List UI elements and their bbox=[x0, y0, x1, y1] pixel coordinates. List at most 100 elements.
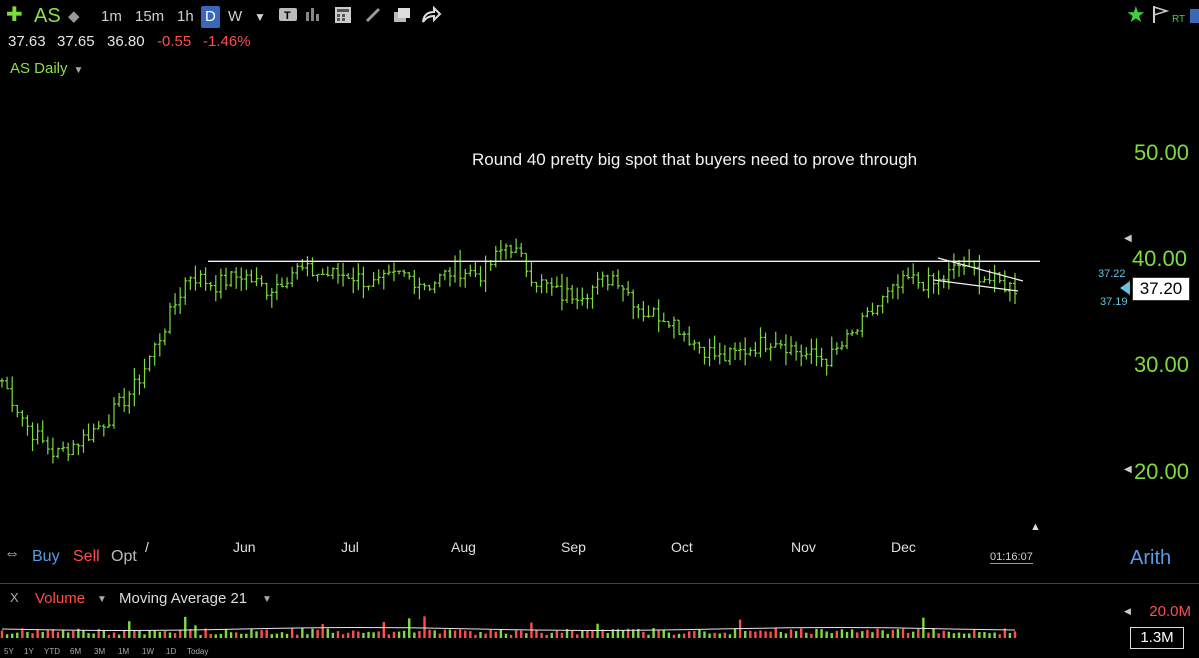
volume-indicator-label[interactable]: Volume bbox=[35, 590, 85, 607]
price-bar bbox=[25, 415, 30, 436]
scroll-caret-icon[interactable]: ◀ bbox=[1124, 606, 1131, 617]
interval-weekly[interactable]: W bbox=[228, 6, 242, 28]
range-ytd[interactable]: YTD bbox=[44, 647, 60, 656]
price-bar bbox=[524, 252, 529, 278]
volume-bar bbox=[708, 633, 711, 638]
interval-1h[interactable]: 1h bbox=[177, 6, 194, 28]
expand-arrows-icon[interactable]: ⇔ bbox=[4, 545, 20, 563]
volume-bar bbox=[978, 632, 981, 638]
volume-bar bbox=[988, 633, 991, 638]
volume-bar bbox=[917, 628, 920, 638]
volume-bar bbox=[51, 629, 55, 638]
close-indicator-button[interactable]: X bbox=[10, 590, 19, 605]
tag-icon[interactable]: ◆ bbox=[68, 6, 80, 28]
share-arrow-icon[interactable] bbox=[420, 5, 442, 31]
sell-button[interactable]: Sell bbox=[73, 548, 100, 566]
month-label: Dec bbox=[891, 539, 916, 555]
price-bar bbox=[259, 275, 264, 287]
favorite-star-icon[interactable]: ★ bbox=[1126, 4, 1146, 26]
price-bar bbox=[626, 281, 631, 296]
range-today[interactable]: Today bbox=[187, 647, 208, 656]
volume-bar bbox=[967, 633, 971, 638]
price-bar bbox=[193, 265, 198, 291]
volume-bar bbox=[402, 630, 406, 638]
price-bar bbox=[208, 282, 213, 291]
range-3m[interactable]: 3M bbox=[94, 647, 105, 656]
interval-dropdown-icon[interactable]: ▼ bbox=[254, 6, 266, 28]
price-bar bbox=[111, 397, 116, 429]
moving-average-label[interactable]: Moving Average 21 bbox=[119, 590, 247, 607]
range-1m[interactable]: 1M bbox=[118, 647, 129, 656]
price-bar bbox=[66, 442, 71, 462]
scroll-up-caret-icon[interactable]: ◀ bbox=[1124, 233, 1132, 244]
price-bar bbox=[855, 329, 860, 335]
price-bar bbox=[463, 268, 468, 288]
price-bar bbox=[468, 264, 473, 277]
price-bar bbox=[101, 424, 106, 437]
collapse-up-icon[interactable]: ▲ bbox=[1030, 521, 1041, 533]
quote-change-pct: -1.46% bbox=[203, 33, 251, 50]
layers-icon[interactable] bbox=[392, 6, 412, 31]
range-1y[interactable]: 1Y bbox=[24, 647, 34, 656]
volume-chart[interactable] bbox=[0, 612, 1120, 642]
price-bar bbox=[605, 274, 610, 291]
scale-mode-toggle[interactable]: Arith bbox=[1130, 547, 1171, 570]
volume-bar bbox=[128, 621, 131, 638]
calculator-icon[interactable] bbox=[334, 6, 352, 31]
interval-15m[interactable]: 15m bbox=[135, 6, 164, 28]
price-bar bbox=[86, 423, 91, 442]
volume-bar bbox=[621, 630, 625, 638]
chevron-down-icon[interactable]: ▼ bbox=[97, 594, 107, 605]
price-bar bbox=[712, 335, 717, 360]
ticker-symbol[interactable]: AS bbox=[34, 5, 61, 28]
buy-button[interactable]: Buy bbox=[32, 548, 60, 566]
price-bar bbox=[218, 268, 223, 299]
price-chart[interactable] bbox=[0, 80, 1120, 540]
flag-icon[interactable] bbox=[1151, 4, 1170, 31]
interval-1m[interactable]: 1m bbox=[101, 6, 122, 28]
volume-bar bbox=[194, 625, 197, 638]
price-bar bbox=[397, 270, 402, 275]
range-5y[interactable]: 5Y bbox=[4, 647, 14, 656]
volume-bar bbox=[764, 631, 767, 638]
interval-daily[interactable]: D bbox=[201, 6, 220, 28]
range-6m[interactable]: 6M bbox=[70, 647, 81, 656]
chart-annotation-text[interactable]: Round 40 pretty big spot that buyers nee… bbox=[472, 150, 917, 170]
price-bar bbox=[310, 257, 315, 277]
options-button[interactable]: Opt bbox=[111, 548, 137, 566]
volume-bar bbox=[525, 633, 528, 638]
price-bar bbox=[666, 320, 671, 329]
chevron-down-icon[interactable]: ▼ bbox=[74, 65, 84, 76]
price-bar bbox=[50, 437, 55, 464]
volume-bar bbox=[514, 630, 518, 638]
price-bar bbox=[305, 256, 310, 277]
scroll-down-caret-icon[interactable]: ◀ bbox=[1124, 464, 1132, 475]
range-1w[interactable]: 1W bbox=[142, 647, 154, 656]
chart-title[interactable]: AS Daily ▼ bbox=[10, 60, 83, 77]
volume-bar bbox=[112, 632, 116, 638]
price-bar bbox=[580, 287, 585, 306]
draw-pencil-icon[interactable] bbox=[364, 6, 382, 31]
text-tool-icon[interactable]: T bbox=[278, 6, 298, 29]
price-bar bbox=[514, 238, 519, 254]
volume-bar bbox=[336, 631, 340, 638]
settings-tab-icon[interactable] bbox=[1190, 9, 1199, 23]
range-1d[interactable]: 1D bbox=[166, 647, 176, 656]
volume-bar bbox=[16, 632, 19, 638]
price-bar bbox=[967, 249, 972, 267]
bar-chart-icon[interactable] bbox=[304, 6, 322, 29]
volume-bar bbox=[606, 633, 609, 638]
volume-bar bbox=[31, 633, 34, 638]
price-bar bbox=[55, 447, 60, 459]
volume-bar bbox=[937, 633, 940, 638]
chevron-down-icon[interactable]: ▼ bbox=[262, 594, 272, 605]
y-tick-20: 20.00 bbox=[1133, 459, 1189, 484]
volume-bar bbox=[306, 634, 309, 638]
volume-bar bbox=[825, 631, 828, 638]
add-symbol-icon[interactable]: ✚ bbox=[6, 4, 23, 26]
volume-bar bbox=[667, 632, 671, 638]
volume-bar bbox=[693, 630, 696, 638]
volume-axis-max: 20.0M bbox=[1149, 603, 1191, 620]
price-bar bbox=[453, 255, 458, 283]
volume-bar bbox=[0, 630, 4, 638]
